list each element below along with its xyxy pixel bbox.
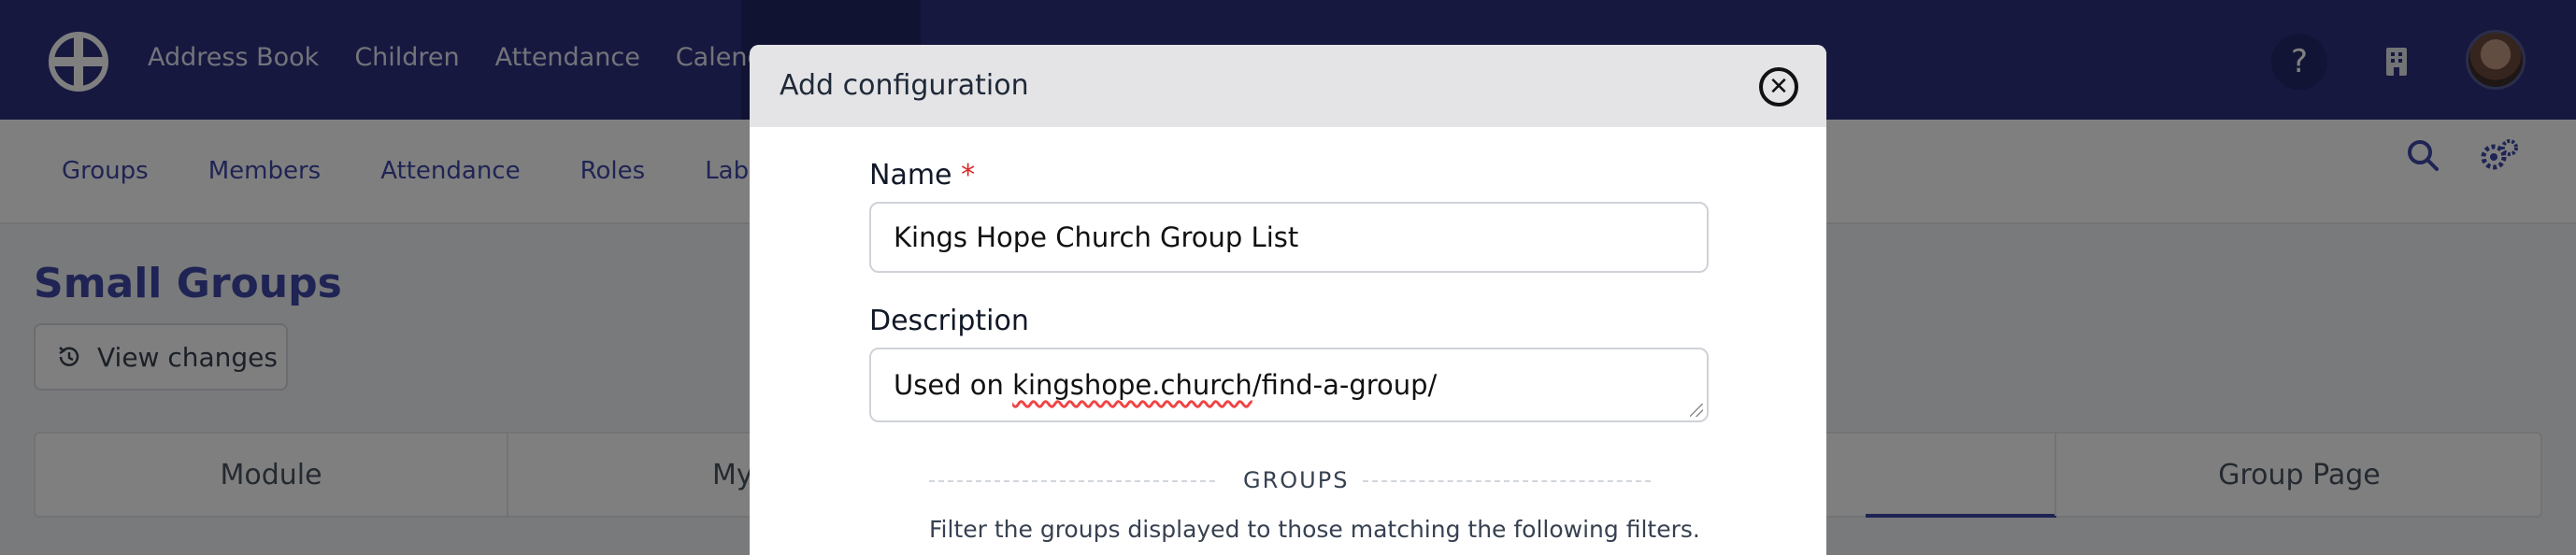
- add-configuration-modal: Add configuration ✕ Name * Kings Hope Ch…: [750, 45, 1826, 555]
- description-value: Used on kingshope.church/find-a-group/: [894, 369, 1437, 401]
- textarea-resize-handle[interactable]: [1690, 404, 1703, 417]
- close-button[interactable]: ✕: [1759, 67, 1798, 107]
- description-prefix: Used on: [894, 369, 1013, 401]
- description-suffix: /find-a-group/: [1252, 369, 1438, 401]
- description-field-label: Description: [869, 305, 1029, 337]
- modal-header: Add configuration ✕: [750, 45, 1826, 127]
- modal-title: Add configuration: [780, 69, 1029, 102]
- groups-section-description: Filter the groups displayed to those mat…: [929, 516, 1700, 543]
- name-field-label: Name *: [869, 159, 975, 192]
- description-domain: kingshope.church: [1012, 369, 1252, 401]
- required-marker: *: [961, 159, 976, 192]
- name-label-text: Name: [869, 159, 952, 192]
- name-field[interactable]: Kings Hope Church Group List: [869, 202, 1709, 273]
- close-icon: ✕: [1768, 73, 1789, 101]
- section-divider-left: [929, 480, 1215, 482]
- section-divider-right: [1363, 480, 1651, 482]
- description-field[interactable]: Used on kingshope.church/find-a-group/: [869, 348, 1709, 422]
- groups-section-title: GROUPS: [1243, 467, 1350, 493]
- name-field-value: Kings Hope Church Group List: [894, 221, 1299, 253]
